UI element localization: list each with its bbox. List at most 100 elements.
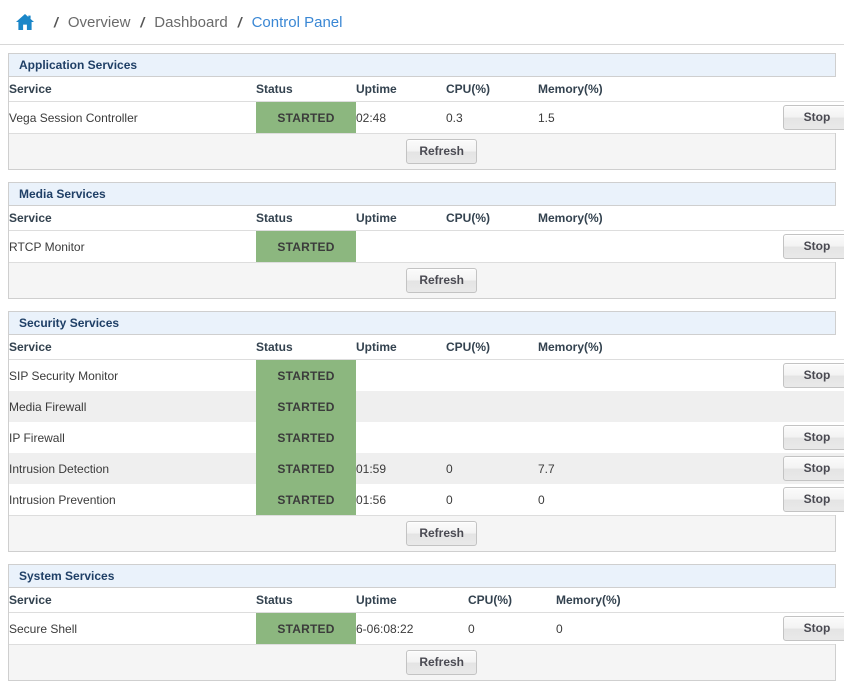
cell-service: RTCP Monitor [9,230,256,262]
cell-service: IP Firewall [9,422,256,453]
breadcrumb-item-overview[interactable]: Overview [68,14,131,31]
table-row: RTCP Monitor STARTED Stop [9,230,844,262]
stop-button[interactable]: Stop [783,234,844,259]
breadcrumb-item-control-panel[interactable]: Control Panel [252,14,343,31]
cell-action [738,391,844,422]
status-badge: STARTED [256,230,356,262]
cell-memory [538,422,738,453]
panel-footer: Refresh [9,262,835,298]
cell-uptime: 02:48 [356,101,446,133]
panel-title: System Services [19,569,115,583]
refresh-button[interactable]: Refresh [406,268,477,293]
breadcrumb-item-dashboard[interactable]: Dashboard [154,14,227,31]
breadcrumb-separator-2: / [140,14,145,30]
cell-service: Secure Shell [9,612,256,644]
table-row: Media Firewall STARTED [9,391,844,422]
table-header-row: Service Status Uptime CPU(%) Memory(%) [9,206,844,231]
column-header-status: Status [256,335,356,360]
cell-cpu: 0 [446,453,538,484]
column-header-memory: Memory(%) [538,335,738,360]
panel-footer: Refresh [9,133,835,169]
panel-header: Security Services [9,312,835,335]
status-badge: STARTED [256,612,356,644]
column-header-status: Status [256,77,356,102]
cell-cpu: 0 [468,612,556,644]
cell-memory: 1.5 [538,101,738,133]
table-row: Intrusion Detection STARTED 01:59 0 7.7 … [9,453,844,484]
panel-footer: Refresh [9,644,835,680]
column-header-service: Service [9,335,256,360]
cell-memory: 0 [556,612,738,644]
cell-uptime [356,359,446,391]
breadcrumb-separator-3: / [237,14,242,30]
cell-action: Stop [738,422,844,453]
cell-action: Stop [738,453,844,484]
cell-service: SIP Security Monitor [9,359,256,391]
cell-memory [538,230,738,262]
status-badge: STARTED [256,453,356,484]
column-header-service: Service [9,588,256,613]
cell-uptime [356,422,446,453]
services-table: Service Status Uptime CPU(%) Memory(%) S… [9,588,844,644]
column-header-cpu: CPU(%) [446,77,538,102]
cell-action: Stop [738,484,844,515]
panel-title: Security Services [19,316,120,330]
table-row: SIP Security Monitor STARTED Stop [9,359,844,391]
home-icon[interactable] [14,11,36,33]
table-row: Secure Shell STARTED 6-06:08:22 0 0 Stop [9,612,844,644]
panel-security-services: Security Services Service Status Uptime … [8,311,844,552]
breadcrumb-separator-1: / [54,14,58,30]
cell-service: Intrusion Detection [9,453,256,484]
refresh-button[interactable]: Refresh [406,650,477,675]
table-header-row: Service Status Uptime CPU(%) Memory(%) [9,335,844,360]
column-header-uptime: Uptime [356,588,468,613]
cell-action: Stop [738,359,844,391]
stop-button[interactable]: Stop [783,456,844,481]
column-header-uptime: Uptime [356,77,446,102]
column-header-action [738,588,844,613]
panel-header: Application Services [9,54,835,77]
stop-button[interactable]: Stop [783,487,844,512]
column-header-action [738,335,844,360]
column-header-status: Status [256,206,356,231]
stop-button[interactable]: Stop [783,616,844,641]
stop-button[interactable]: Stop [783,425,844,450]
breadcrumb: / Overview / Dashboard / Control Panel [0,0,844,45]
table-header-row: Service Status Uptime CPU(%) Memory(%) [9,588,844,613]
cell-memory [538,359,738,391]
cell-service: Vega Session Controller [9,101,256,133]
status-badge: STARTED [256,422,356,453]
column-header-memory: Memory(%) [538,206,738,231]
column-header-status: Status [256,588,356,613]
cell-uptime: 6-06:08:22 [356,612,468,644]
cell-action: Stop [738,612,844,644]
cell-uptime [356,391,446,422]
table-row: Intrusion Prevention STARTED 01:56 0 0 S… [9,484,844,515]
column-header-action [738,206,844,231]
cell-memory: 0 [538,484,738,515]
cell-memory: 7.7 [538,453,738,484]
refresh-button[interactable]: Refresh [406,521,477,546]
cell-cpu [446,359,538,391]
column-header-service: Service [9,206,256,231]
column-header-uptime: Uptime [356,335,446,360]
cell-uptime: 01:56 [356,484,446,515]
stop-button[interactable]: Stop [783,105,844,130]
column-header-memory: Memory(%) [538,77,738,102]
cell-cpu [446,230,538,262]
stop-button[interactable]: Stop [783,363,844,388]
cell-uptime: 01:59 [356,453,446,484]
status-badge: STARTED [256,359,356,391]
cell-memory [538,391,738,422]
panel-header: Media Services [9,183,835,206]
table-row: Vega Session Controller STARTED 02:48 0.… [9,101,844,133]
cell-cpu [446,422,538,453]
panel-footer: Refresh [9,515,835,551]
cell-cpu: 0 [446,484,538,515]
services-table: Service Status Uptime CPU(%) Memory(%) R… [9,206,844,262]
cell-action: Stop [738,230,844,262]
panel-application-services: Application Services Service Status Upti… [8,53,844,170]
column-header-cpu: CPU(%) [446,206,538,231]
cell-cpu: 0.3 [446,101,538,133]
refresh-button[interactable]: Refresh [406,139,477,164]
